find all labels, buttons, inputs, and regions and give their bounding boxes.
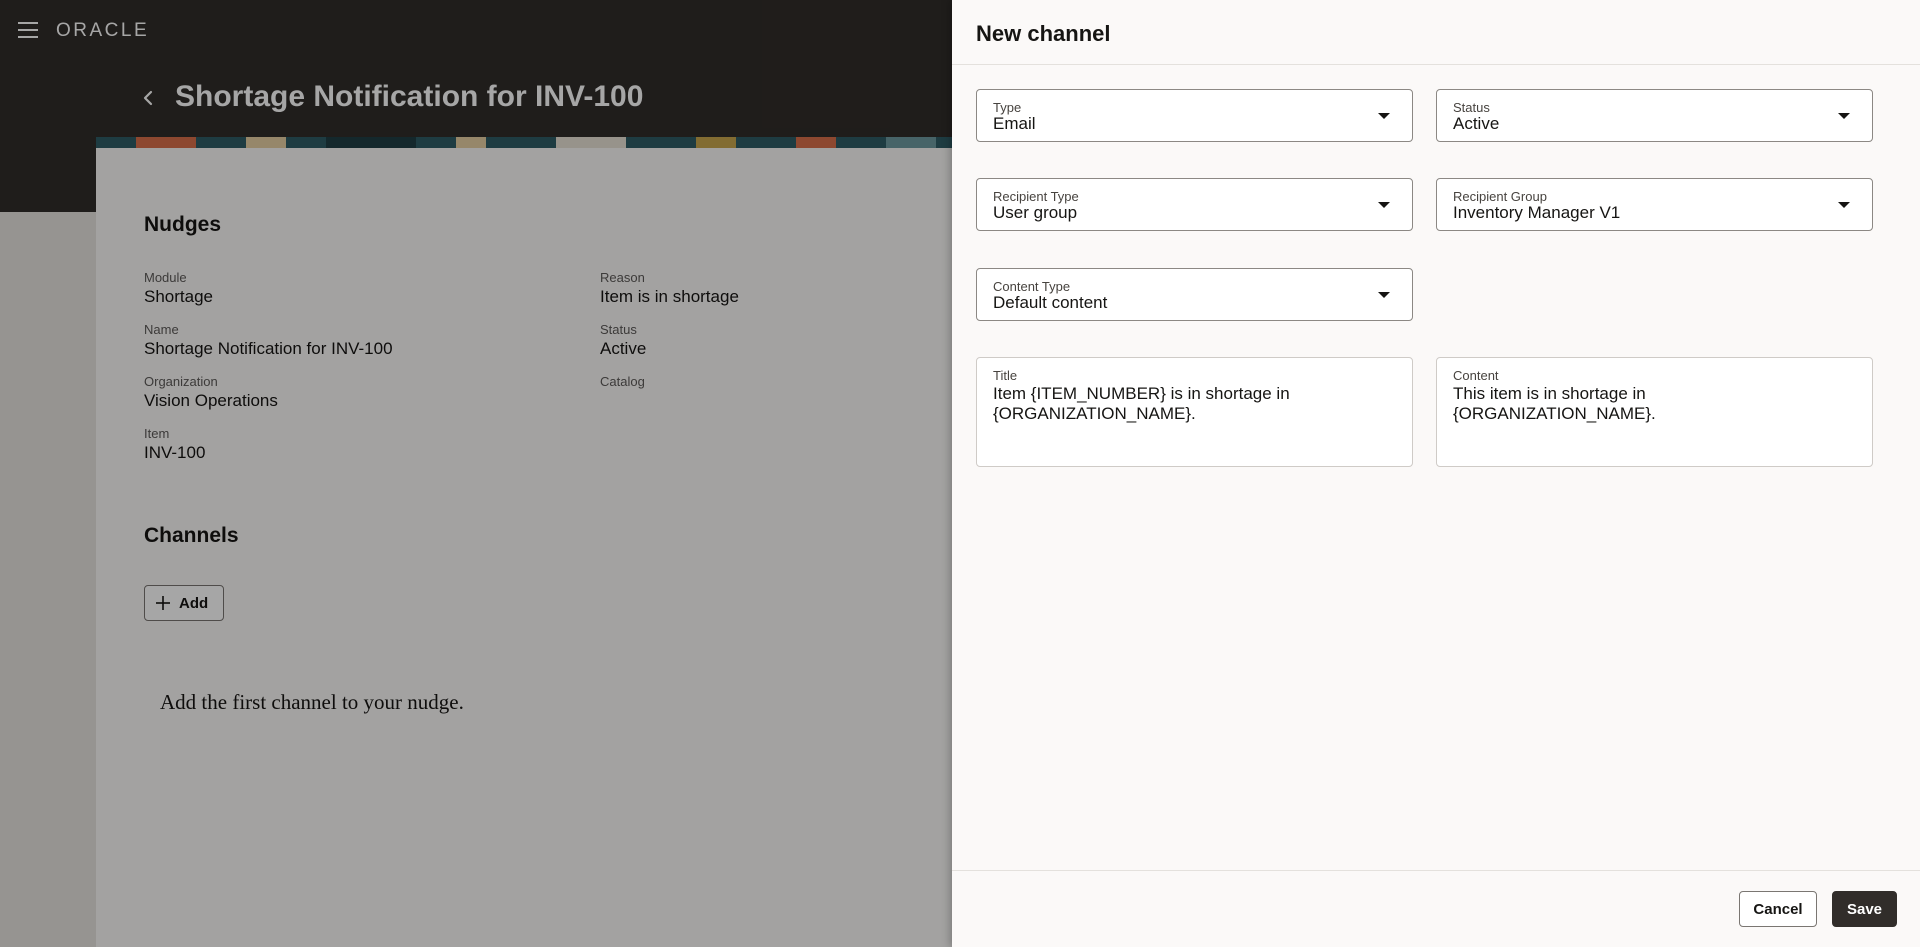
content-type-select[interactable]: Content Type Default content [976,268,1413,321]
content-type-label: Content Type [993,279,1071,294]
caret-down-icon [1378,202,1390,208]
title-textarea-label: Title [993,368,1018,383]
caret-down-icon [1838,113,1850,119]
content-textarea[interactable]: Content This item is in shortage in {ORG… [1436,357,1873,467]
type-value: Email [993,114,1036,133]
new-channel-drawer: New channel Type Email Status Active Rec… [952,0,1920,947]
caret-down-icon [1378,113,1390,119]
recipient-type-label: Recipient Type [993,189,1079,204]
drawer-header: New channel [952,0,1920,65]
status-select-label: Status [1453,100,1490,115]
type-label: Type [993,100,1022,115]
recipient-group-select[interactable]: Recipient Group Inventory Manager V1 [1436,178,1873,231]
recipient-group-label: Recipient Group [1453,189,1547,204]
recipient-type-select[interactable]: Recipient Type User group [976,178,1413,231]
save-button[interactable]: Save [1832,891,1897,927]
drawer-title: New channel [976,21,1111,46]
cancel-button[interactable]: Cancel [1739,891,1817,927]
title-textarea-value: Item {ITEM_NUMBER} is in shortage in {OR… [993,384,1290,423]
content-type-value: Default content [993,293,1108,312]
content-textarea-value: This item is in shortage in {ORGANIZATIO… [1453,384,1656,423]
status-select-value: Active [1453,114,1500,133]
recipient-group-value: Inventory Manager V1 [1453,203,1621,222]
title-textarea[interactable]: Title Item {ITEM_NUMBER} is in shortage … [976,357,1413,467]
modal-scrim[interactable] [0,0,952,947]
type-select[interactable]: Type Email [976,89,1413,142]
content-textarea-label: Content [1453,368,1499,383]
caret-down-icon [1378,292,1390,298]
caret-down-icon [1838,202,1850,208]
status-select[interactable]: Status Active [1436,89,1873,142]
recipient-type-value: User group [993,203,1078,222]
